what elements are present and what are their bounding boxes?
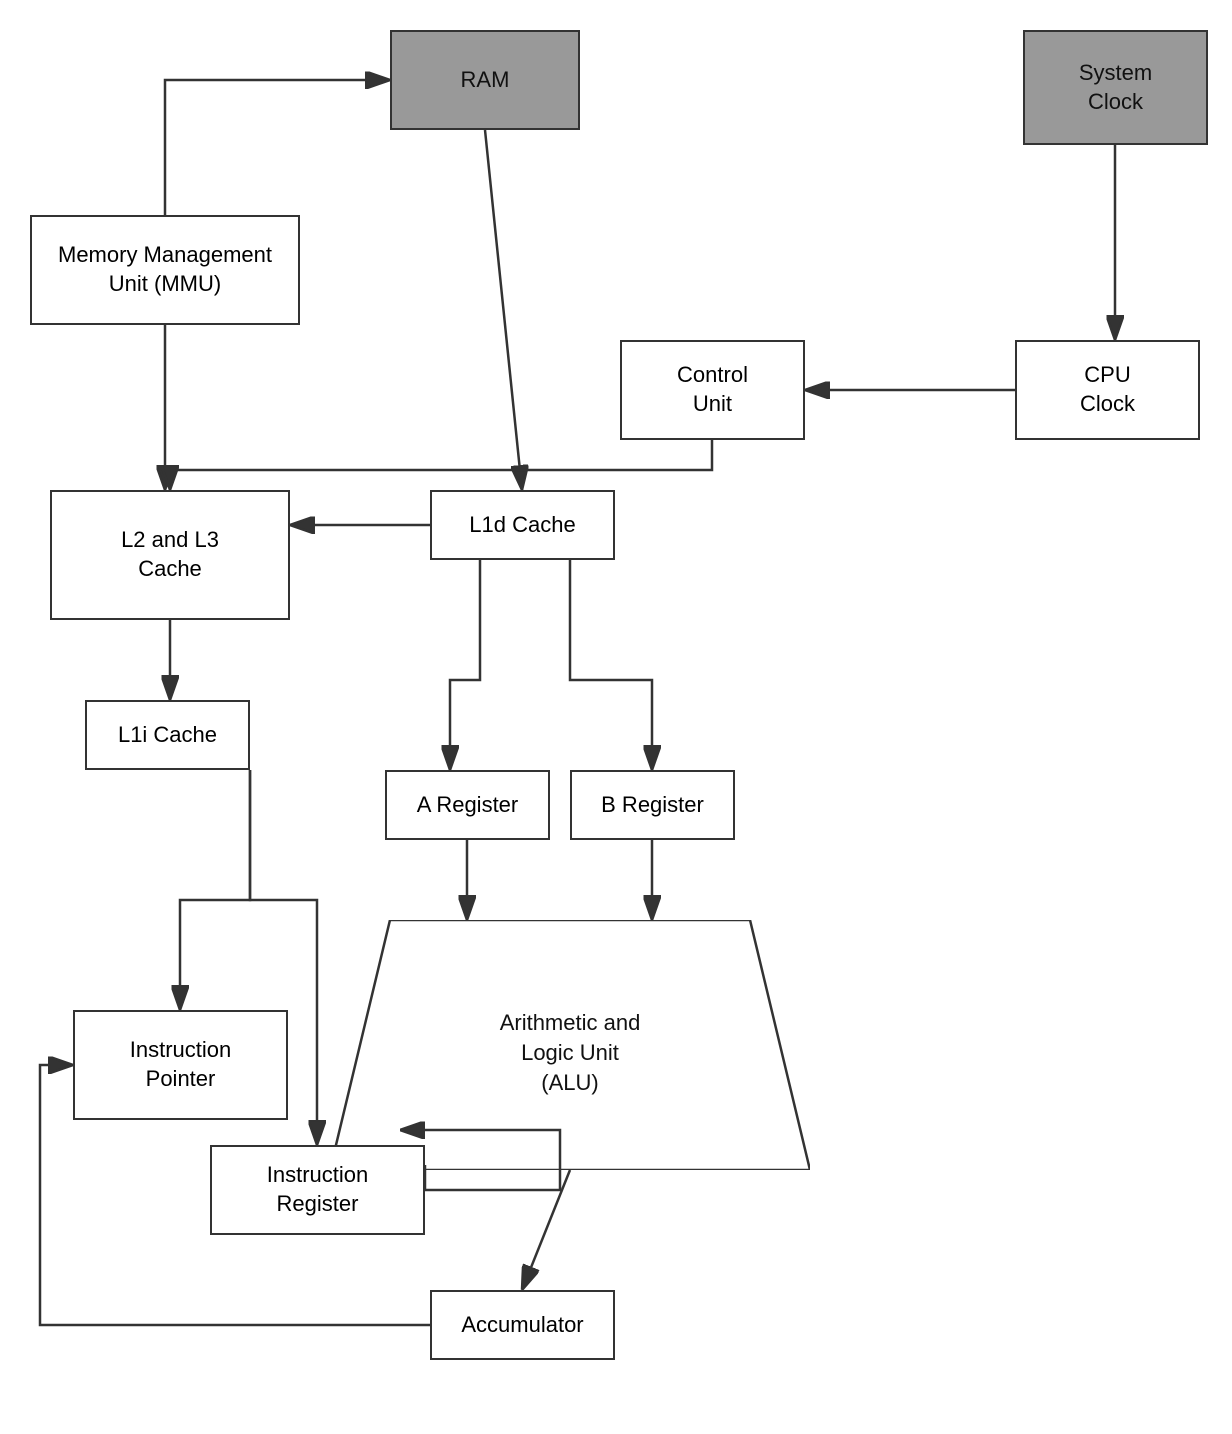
instruction-pointer-box: InstructionPointer (73, 1010, 288, 1120)
svg-text:Logic Unit: Logic Unit (521, 1040, 619, 1065)
control-unit-box: ControlUnit (620, 340, 805, 440)
svg-text:Arithmetic and: Arithmetic and (500, 1010, 641, 1035)
a-register-box: A Register (385, 770, 550, 840)
system-clock-box: SystemClock (1023, 30, 1208, 145)
accumulator-box: Accumulator (430, 1290, 615, 1360)
b-register-box: B Register (570, 770, 735, 840)
diagram: RAM SystemClock Memory ManagementUnit (M… (0, 0, 1232, 1434)
ram-box: RAM (390, 30, 580, 130)
l1i-cache-box: L1i Cache (85, 700, 250, 770)
instruction-register-box: InstructionRegister (210, 1145, 425, 1235)
alu-box: Arithmetic and Logic Unit (ALU) (330, 920, 810, 1170)
cpu-clock-box: CPUClock (1015, 340, 1200, 440)
l1d-cache-box: L1d Cache (430, 490, 615, 560)
svg-text:(ALU): (ALU) (541, 1070, 598, 1095)
mmu-box: Memory ManagementUnit (MMU) (30, 215, 300, 325)
l2l3-cache-box: L2 and L3Cache (50, 490, 290, 620)
